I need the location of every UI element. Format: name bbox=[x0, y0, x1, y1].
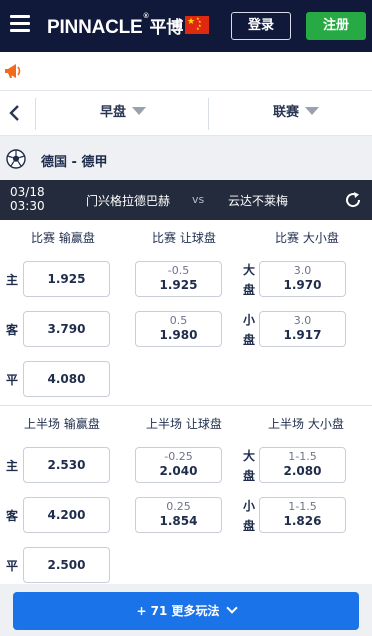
row-label-draw: 平 bbox=[6, 373, 19, 387]
row-label-under: 小盘 bbox=[243, 499, 256, 533]
totals-button-under[interactable]: 1-1.5 1.826 bbox=[259, 497, 346, 533]
more-markets-button[interactable]: + 71 更多玩法 bbox=[13, 592, 359, 630]
column-header-moneyline: 上半场 输赢盘 bbox=[24, 417, 100, 431]
vs-label: vs bbox=[192, 193, 205, 206]
divider bbox=[208, 98, 209, 130]
filter-bar: 早盘 联赛 bbox=[0, 90, 372, 136]
soccer-ball-icon bbox=[6, 149, 26, 169]
row-label-home: 主 bbox=[6, 459, 19, 473]
totals-button-under[interactable]: 3.0 1.917 bbox=[259, 311, 346, 347]
column-header-moneyline: 比赛 输赢盘 bbox=[31, 231, 95, 245]
handicap-button-away[interactable]: 0.25 1.854 bbox=[135, 497, 222, 533]
top-bar: PINNACLE®平博 ★ ★ ★ ★ ★ 登录 注册 bbox=[0, 0, 372, 52]
caret-down-icon bbox=[305, 107, 320, 115]
column-header-handicap: 比赛 让球盘 bbox=[152, 231, 216, 245]
totals-button-over[interactable]: 3.0 1.970 bbox=[259, 261, 346, 297]
row-label-draw: 平 bbox=[6, 559, 19, 573]
row-label-under: 小盘 bbox=[243, 313, 256, 347]
caret-down-icon bbox=[132, 107, 147, 115]
odds-button-away[interactable]: 4.200 bbox=[23, 497, 110, 533]
totals-button-over[interactable]: 1-1.5 2.080 bbox=[259, 447, 346, 483]
odds-button-home[interactable]: 2.530 bbox=[23, 447, 110, 483]
odds-button-home[interactable]: 1.925 bbox=[23, 261, 110, 297]
row-label-over: 大盘 bbox=[243, 263, 256, 297]
odds-button-draw[interactable]: 2.500 bbox=[23, 547, 110, 583]
column-header-totals: 比赛 大小盘 bbox=[275, 231, 339, 245]
divider bbox=[35, 98, 36, 130]
handicap-button-home[interactable]: -0.5 1.925 bbox=[135, 261, 222, 297]
login-button[interactable]: 登录 bbox=[231, 12, 291, 40]
chevron-left-icon[interactable] bbox=[7, 103, 23, 123]
row-label-home: 主 bbox=[6, 273, 19, 287]
megaphone-icon[interactable] bbox=[3, 61, 23, 81]
column-header-handicap: 上半场 让球盘 bbox=[146, 417, 222, 431]
row-label-away: 客 bbox=[6, 509, 19, 523]
odds-button-away[interactable]: 3.790 bbox=[23, 311, 110, 347]
home-team: 门兴格拉德巴赫 bbox=[86, 194, 171, 208]
china-flag-icon[interactable]: ★ ★ ★ ★ ★ bbox=[185, 16, 209, 34]
announcement-bar bbox=[0, 52, 372, 90]
column-header-totals: 上半场 大小盘 bbox=[268, 417, 344, 431]
menu-icon[interactable] bbox=[10, 15, 30, 33]
odds-button-draw[interactable]: 4.080 bbox=[23, 361, 110, 397]
away-team: 云达不莱梅 bbox=[228, 194, 289, 208]
league-header: 德国 - 德甲 bbox=[0, 136, 372, 180]
handicap-button-home[interactable]: -0.25 2.040 bbox=[135, 447, 222, 483]
first-half-markets: 上半场 输赢盘 上半场 让球盘 上半场 大小盘 主 2.530 客 4.200 … bbox=[0, 406, 372, 584]
logo[interactable]: PINNACLE®平博 bbox=[47, 13, 183, 39]
register-button[interactable]: 注册 bbox=[306, 12, 366, 40]
match-datetime: 03/18 03:30 bbox=[10, 185, 45, 213]
refresh-icon[interactable] bbox=[343, 190, 363, 210]
row-label-over: 大盘 bbox=[243, 449, 256, 483]
match-bar: 03/18 03:30 门兴格拉德巴赫 vs 云达不莱梅 bbox=[0, 180, 372, 220]
sort-dropdown[interactable]: 联赛 bbox=[273, 91, 320, 135]
handicap-button-away[interactable]: 0.5 1.980 bbox=[135, 311, 222, 347]
chevron-down-icon bbox=[225, 602, 238, 614]
full-time-markets: 比赛 输赢盘 比赛 让球盘 比赛 大小盘 主 1.925 客 3.790 平 4… bbox=[0, 220, 372, 406]
row-label-away: 客 bbox=[6, 323, 19, 337]
league-name[interactable]: 德国 - 德甲 bbox=[41, 151, 107, 170]
period-dropdown[interactable]: 早盘 bbox=[100, 91, 147, 135]
